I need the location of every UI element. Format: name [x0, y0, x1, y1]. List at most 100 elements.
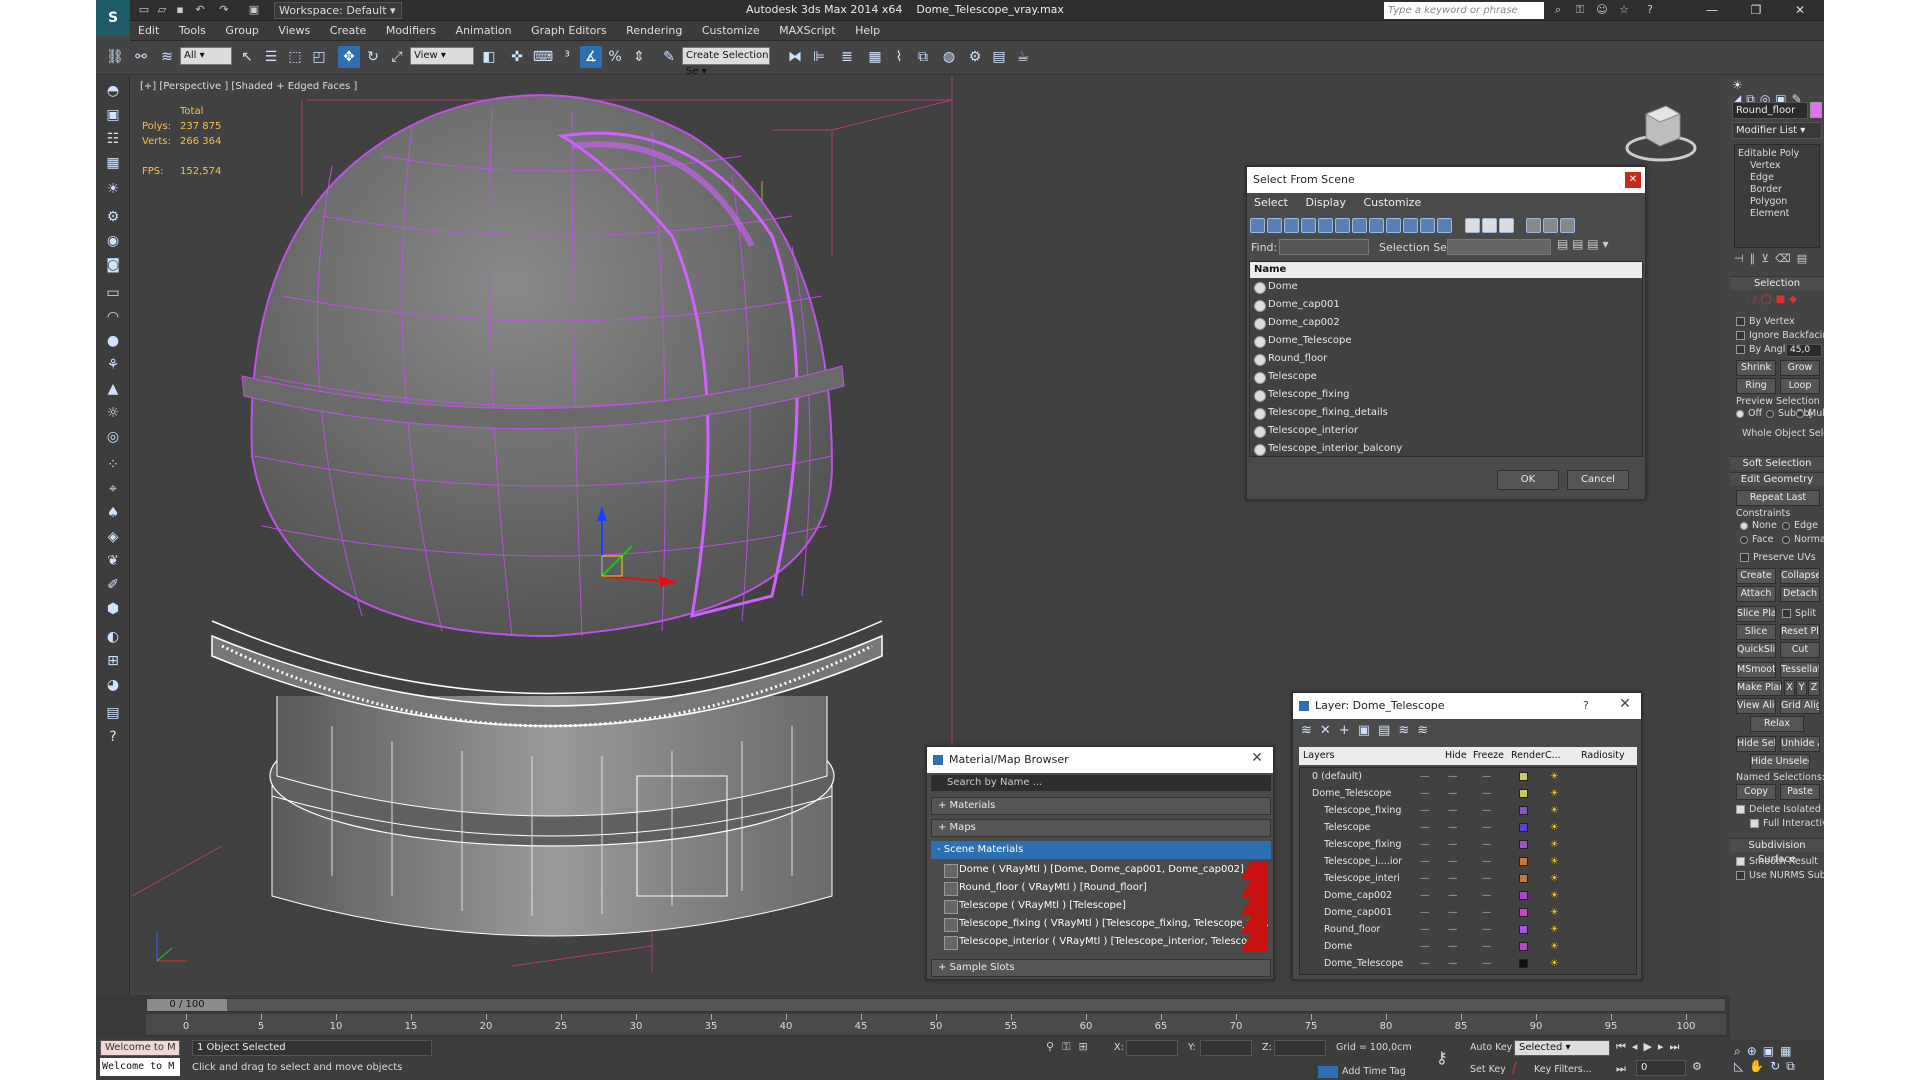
filter-bones-icon[interactable] — [1386, 218, 1401, 233]
menu-tools[interactable]: Tools — [171, 21, 214, 41]
window-crossing-icon[interactable]: ◰ — [308, 46, 330, 68]
workspace-dropdown[interactable]: Workspace: Default ▾ — [274, 2, 402, 19]
selection-filter-dropdown[interactable]: All ▾ — [180, 47, 232, 65]
constraint-face-radio[interactable]: Face — [1740, 534, 1773, 545]
selset-tools-icon[interactable]: ▤ ▤ ▤ ▾ — [1557, 237, 1608, 251]
col-hide[interactable]: Hide — [1445, 747, 1467, 765]
maxscript-output[interactable]: Welcome to M — [100, 1058, 180, 1076]
paste-button[interactable]: Paste — [1780, 784, 1820, 800]
freeze-toggle[interactable]: — — [1448, 887, 1458, 904]
layer-row[interactable]: Telescope_fixing — — — ☀ — [1300, 836, 1636, 853]
viewport-icon[interactable]: ▣ — [102, 104, 124, 126]
preserve-uvs-checkbox[interactable]: Preserve UVs — [1740, 552, 1816, 563]
grid-align-button[interactable]: Grid Align — [1780, 698, 1820, 714]
layer-manager-icon[interactable]: ≣ — [836, 46, 858, 68]
schematic-icon[interactable]: ⧉ — [912, 46, 934, 68]
border-mode-icon[interactable]: ◯ — [1761, 294, 1776, 305]
maxscript-listener[interactable]: Welcome to M — [100, 1040, 180, 1056]
freeze-toggle[interactable]: — — [1448, 819, 1458, 836]
time-slider[interactable]: 0 / 100 — [146, 998, 1726, 1012]
list-item[interactable]: Telescope_interior — [1250, 422, 1642, 440]
layer-row[interactable]: 0 (default) — — — ☀ — [1300, 768, 1636, 785]
create-tab-icon[interactable]: ☀ — [1732, 78, 1748, 92]
pan-icon[interactable]: ✋ — [1749, 1059, 1770, 1073]
edge-mode-icon[interactable]: ∕ — [1753, 294, 1760, 305]
brush-icon[interactable]: ✐ — [102, 574, 124, 596]
list-item[interactable]: Telescope — [1250, 368, 1642, 386]
layer-row[interactable]: Telescope_interi — — — ☀ — [1300, 870, 1636, 887]
use-nurms-checkbox[interactable]: Use NURMS Subdivision — [1736, 870, 1824, 881]
full-interactivity-checkbox[interactable]: Full Interactivity — [1750, 818, 1824, 829]
render-toggle[interactable]: — — [1482, 819, 1492, 836]
open-icon[interactable]: ▱ — [154, 2, 170, 18]
freeze-toggle[interactable]: — — [1448, 870, 1458, 887]
minimize-button[interactable]: — — [1694, 0, 1730, 21]
material-item[interactable]: Telescope_fixing ( VRayMtl ) [Telescope_… — [941, 915, 1269, 933]
next-frame-icon[interactable]: ▸ — [1658, 1040, 1670, 1053]
collapse-button[interactable]: Collapse — [1780, 568, 1820, 584]
filter-containers-icon[interactable] — [1403, 218, 1418, 233]
copy-button[interactable]: Copy — [1736, 784, 1776, 800]
menu-views[interactable]: Views — [270, 21, 318, 41]
material-editor-icon[interactable]: ◍ — [938, 46, 960, 68]
filter-hidden-icon[interactable] — [1437, 218, 1452, 233]
menu-group[interactable]: Group — [217, 21, 267, 41]
sky-icon[interactable]: ◎ — [102, 426, 124, 448]
bulb-icon[interactable]: ☀ — [102, 178, 124, 200]
stack-editable-poly[interactable]: Editable Poly — [1738, 148, 1816, 160]
constraint-edge-radio[interactable]: Edge — [1782, 520, 1818, 531]
render-toggle[interactable]: — — [1482, 802, 1492, 819]
sphere-icon[interactable]: ● — [102, 330, 124, 352]
go-start-icon[interactable]: ⏮ — [1616, 1040, 1632, 1053]
grow-button[interactable]: Grow — [1780, 360, 1820, 376]
render-toggle[interactable]: — — [1482, 785, 1492, 802]
render-toggle[interactable]: — — [1482, 938, 1492, 955]
globe-icon[interactable]: ◈ — [102, 526, 124, 548]
preview-off-radio[interactable]: Off — [1736, 408, 1762, 419]
col-radiosity[interactable]: Radiosity — [1581, 747, 1625, 765]
render-icon[interactable]: ☕ — [1012, 46, 1034, 68]
help-icon[interactable]: ? — [1642, 2, 1658, 18]
maximize-button[interactable]: ❐ — [1738, 0, 1774, 21]
link-icon[interactable]: ⛓ — [104, 46, 126, 68]
cone-light-icon[interactable]: ▲ — [102, 378, 124, 400]
ref-coord-dropdown[interactable]: View ▾ — [410, 47, 474, 65]
particles-icon[interactable]: ⁘ — [102, 454, 124, 476]
smooth-result-checkbox[interactable]: Smooth Result — [1736, 856, 1818, 867]
plane-icon[interactable]: ▭ — [102, 282, 124, 304]
filter-xrefs-icon[interactable] — [1369, 218, 1384, 233]
modifier-list-dropdown[interactable]: Modifier List ▾ — [1732, 122, 1822, 139]
filter-spacewarps-icon[interactable] — [1335, 218, 1350, 233]
layer-color-swatch[interactable] — [1519, 789, 1528, 798]
absolute-mode-icon[interactable]: ⊞ — [1078, 1040, 1095, 1053]
list-item[interactable]: Dome_cap001 — [1250, 296, 1642, 314]
hide-toggle[interactable]: — — [1420, 904, 1430, 921]
select-object-icon[interactable]: ↖ — [236, 46, 258, 68]
object-name-input[interactable]: Round_floor — [1732, 102, 1808, 119]
spinner-snap-icon[interactable]: ⇕ — [628, 46, 650, 68]
layer-help-button[interactable]: ? — [1583, 699, 1589, 712]
mirror-icon[interactable]: ⧓ — [784, 46, 806, 68]
layer-row[interactable]: Telescope_i....ior — — — ☀ — [1300, 853, 1636, 870]
hide-selected-button[interactable]: Hide Selected — [1736, 736, 1776, 752]
select-layer-icon[interactable]: ▣ — [1358, 723, 1378, 738]
radiosity-icon[interactable]: ☀ — [1550, 887, 1559, 904]
track-bar[interactable]: 0 5 10 15 20 25 30 35 40 45 50 55 60 65 70 75 80 85 90 95 10… — [146, 1014, 1726, 1036]
layer-color-swatch[interactable] — [1519, 925, 1528, 934]
material-search-input[interactable]: Search by Name ... — [931, 775, 1271, 791]
hide-all-icon[interactable]: ≋ — [1398, 723, 1417, 738]
render-toggle[interactable]: — — [1482, 768, 1492, 785]
delete-isolated-checkbox[interactable]: Delete Isolated Vertices — [1736, 804, 1824, 815]
star-icon[interactable]: ☆ — [1616, 2, 1632, 18]
time-slider-thumb[interactable]: 0 / 100 — [147, 999, 227, 1011]
repeat-last-button[interactable]: Repeat Last — [1736, 490, 1820, 506]
people-icon[interactable]: ☺ — [1594, 2, 1610, 18]
render-toggle[interactable]: — — [1482, 921, 1492, 938]
move-icon[interactable]: ✥ — [338, 46, 360, 68]
pin-stack-icon[interactable]: ⊣ — [1734, 252, 1750, 265]
y-coordinate-input[interactable] — [1200, 1040, 1252, 1056]
tree-icon[interactable]: ♠ — [102, 502, 124, 524]
dome-light-icon[interactable]: ◠ — [102, 306, 124, 328]
layer-row[interactable]: Telescope — — — ☀ — [1300, 819, 1636, 836]
render-toggle[interactable]: — — [1482, 955, 1492, 972]
